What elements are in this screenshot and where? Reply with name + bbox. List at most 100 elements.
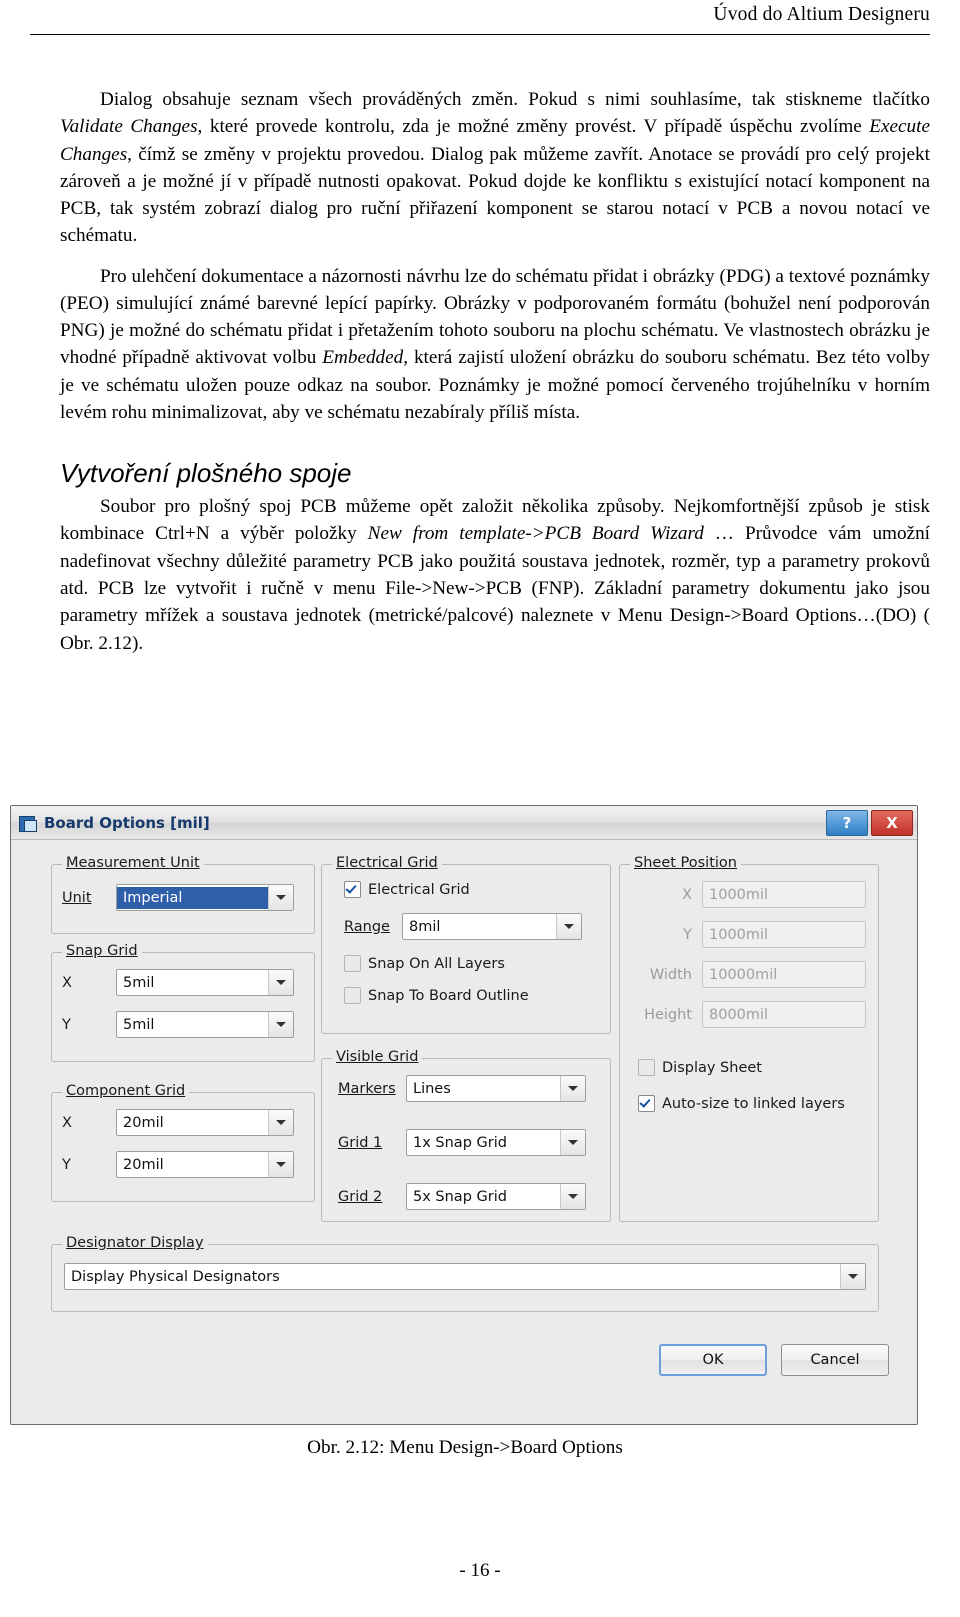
row-snap-grid-y: Y 5mil bbox=[62, 1011, 304, 1038]
row-designator-display: Display Physical Designators bbox=[64, 1263, 866, 1290]
unit-combo[interactable]: Imperial bbox=[116, 884, 294, 911]
sheet-width-value: 10000mil bbox=[709, 966, 778, 983]
paragraph-3: Soubor pro plošný spoj PCB můžeme opět z… bbox=[60, 493, 930, 657]
grid1-combo[interactable]: 1x Snap Grid bbox=[406, 1129, 586, 1156]
autosize-checkbox[interactable] bbox=[638, 1095, 655, 1112]
chevron-down-icon[interactable] bbox=[268, 1012, 293, 1037]
sheet-height-value: 8000mil bbox=[709, 1006, 769, 1023]
paragraph-1: Dialog obsahuje seznam všech prováděných… bbox=[60, 86, 930, 250]
row-sheet-y: Y 1000mil bbox=[632, 921, 866, 948]
chevron-down-icon[interactable] bbox=[840, 1264, 865, 1289]
sheet-x-field[interactable]: 1000mil bbox=[702, 881, 866, 908]
sheet-width-field[interactable]: 10000mil bbox=[702, 961, 866, 988]
sheet-x-value: 1000mil bbox=[709, 886, 769, 903]
designator-display-value: Display Physical Designators bbox=[71, 1268, 280, 1285]
label-sheet-x: X bbox=[682, 886, 692, 903]
range-value: 8mil bbox=[409, 918, 441, 935]
sheet-y-value: 1000mil bbox=[709, 926, 769, 943]
board-icon bbox=[19, 814, 37, 832]
group-title-measurement-unit: Measurement Unit bbox=[62, 855, 204, 871]
row-markers: Markers Lines bbox=[338, 1075, 594, 1102]
row-component-grid-y: Y 20mil bbox=[62, 1151, 304, 1178]
chevron-down-icon[interactable] bbox=[268, 970, 293, 995]
group-title-visible-grid: Visible Grid bbox=[332, 1049, 423, 1065]
group-sheet-position: Sheet Position X 1000mil Y 1000mil Width bbox=[619, 855, 879, 1222]
ok-button[interactable]: OK bbox=[659, 1344, 767, 1376]
dialog-title-bar[interactable]: Board Options [mil] ? X bbox=[11, 806, 917, 840]
label-display-sheet: Display Sheet bbox=[662, 1059, 762, 1076]
designator-display-combo[interactable]: Display Physical Designators bbox=[64, 1263, 866, 1290]
snap-to-board-outline-checkbox[interactable] bbox=[344, 987, 361, 1004]
row-snap-to-board-outline[interactable]: Snap To Board Outline bbox=[344, 987, 529, 1004]
label-markers: Markers bbox=[338, 1080, 396, 1097]
group-measurement-unit: Measurement Unit Unit Imperial bbox=[51, 855, 315, 934]
group-title-electrical-grid: Electrical Grid bbox=[332, 855, 442, 871]
row-unit: Unit Imperial bbox=[62, 884, 304, 911]
p3-italic-template: New from template->PCB Board Wizard bbox=[367, 523, 704, 545]
label-snap-on-all-layers: Snap On All Layers bbox=[368, 955, 505, 972]
label-component-grid-y: Y bbox=[62, 1156, 71, 1173]
label-sheet-y: Y bbox=[683, 926, 692, 943]
p1-part-b: , které provede kontrolu, zda je možné z… bbox=[197, 116, 870, 138]
group-component-grid: Component Grid X 20mil Y 20mil bbox=[51, 1083, 315, 1202]
row-component-grid-x: X 20mil bbox=[62, 1109, 304, 1136]
page-header: Úvod do Altium Designeru bbox=[0, 0, 960, 46]
figure-board-options: Board Options [mil] ? X Measurement Unit… bbox=[10, 805, 920, 1458]
label-grid1: Grid 1 bbox=[338, 1134, 383, 1151]
row-snap-on-all-layers[interactable]: Snap On All Layers bbox=[344, 955, 505, 972]
row-sheet-x: X 1000mil bbox=[632, 881, 866, 908]
component-grid-y-value: 20mil bbox=[123, 1156, 164, 1173]
snap-grid-x-combo[interactable]: 5mil bbox=[116, 969, 294, 996]
chevron-down-icon[interactable] bbox=[268, 1110, 293, 1135]
label-grid2: Grid 2 bbox=[338, 1188, 383, 1205]
section-heading: Vytvoření plošného spoje bbox=[60, 458, 352, 489]
document-body: Dialog obsahuje seznam všech prováděných… bbox=[60, 86, 930, 657]
label-snap-grid-y: Y bbox=[62, 1016, 71, 1033]
component-grid-x-combo[interactable]: 20mil bbox=[116, 1109, 294, 1136]
grid2-combo[interactable]: 5x Snap Grid bbox=[406, 1183, 586, 1210]
board-options-dialog: Board Options [mil] ? X Measurement Unit… bbox=[10, 805, 918, 1425]
close-icon[interactable]: X bbox=[871, 809, 913, 836]
row-sheet-height: Height 8000mil bbox=[632, 1001, 866, 1028]
chevron-down-icon[interactable] bbox=[268, 885, 293, 910]
snap-grid-y-combo[interactable]: 5mil bbox=[116, 1011, 294, 1038]
row-electrical-grid-enable[interactable]: Electrical Grid bbox=[344, 881, 470, 898]
group-electrical-grid: Electrical Grid Electrical Grid Range 8m… bbox=[321, 855, 611, 1034]
cancel-button[interactable]: Cancel bbox=[781, 1344, 889, 1376]
label-snap-grid-x: X bbox=[62, 974, 72, 991]
chevron-down-icon[interactable] bbox=[556, 914, 581, 939]
paragraph-2: Pro ulehčení dokumentace a názornosti ná… bbox=[60, 263, 930, 427]
row-display-sheet[interactable]: Display Sheet bbox=[638, 1059, 762, 1076]
chevron-down-icon[interactable] bbox=[560, 1076, 585, 1101]
markers-combo[interactable]: Lines bbox=[406, 1075, 586, 1102]
header-divider bbox=[30, 34, 930, 35]
chevron-down-icon[interactable] bbox=[560, 1130, 585, 1155]
sheet-y-field[interactable]: 1000mil bbox=[702, 921, 866, 948]
chevron-down-icon[interactable] bbox=[268, 1152, 293, 1177]
help-icon[interactable]: ? bbox=[826, 809, 868, 836]
label-snap-to-board-outline: Snap To Board Outline bbox=[368, 987, 529, 1004]
p1-part-a: Dialog obsahuje seznam všech prováděných… bbox=[100, 89, 930, 110]
range-combo[interactable]: 8mil bbox=[402, 913, 582, 940]
dialog-title: Board Options [mil] bbox=[44, 813, 210, 832]
grid1-value: 1x Snap Grid bbox=[413, 1134, 507, 1151]
row-snap-grid-x: X 5mil bbox=[62, 969, 304, 996]
electrical-grid-checkbox[interactable] bbox=[344, 881, 361, 898]
p1-italic-validate-changes: Validate Changes bbox=[60, 116, 198, 138]
title-bar-buttons: ? X bbox=[826, 809, 913, 836]
label-electrical-grid: Electrical Grid bbox=[368, 881, 470, 898]
header-title: Úvod do Altium Designeru bbox=[713, 4, 930, 25]
snap-on-all-layers-checkbox[interactable] bbox=[344, 955, 361, 972]
group-visible-grid: Visible Grid Markers Lines Grid 1 1x Sna… bbox=[321, 1049, 611, 1222]
row-grid2: Grid 2 5x Snap Grid bbox=[338, 1183, 594, 1210]
sheet-height-field[interactable]: 8000mil bbox=[702, 1001, 866, 1028]
label-range: Range bbox=[344, 918, 390, 935]
chevron-down-icon[interactable] bbox=[560, 1184, 585, 1209]
label-autosize: Auto-size to linked layers bbox=[662, 1095, 845, 1112]
dialog-buttons: OK Cancel bbox=[659, 1344, 889, 1376]
display-sheet-checkbox[interactable] bbox=[638, 1059, 655, 1076]
component-grid-y-combo[interactable]: 20mil bbox=[116, 1151, 294, 1178]
label-sheet-width: Width bbox=[649, 966, 692, 983]
p2-italic-embedded: Embedded bbox=[322, 347, 404, 369]
row-autosize[interactable]: Auto-size to linked layers bbox=[638, 1095, 845, 1112]
